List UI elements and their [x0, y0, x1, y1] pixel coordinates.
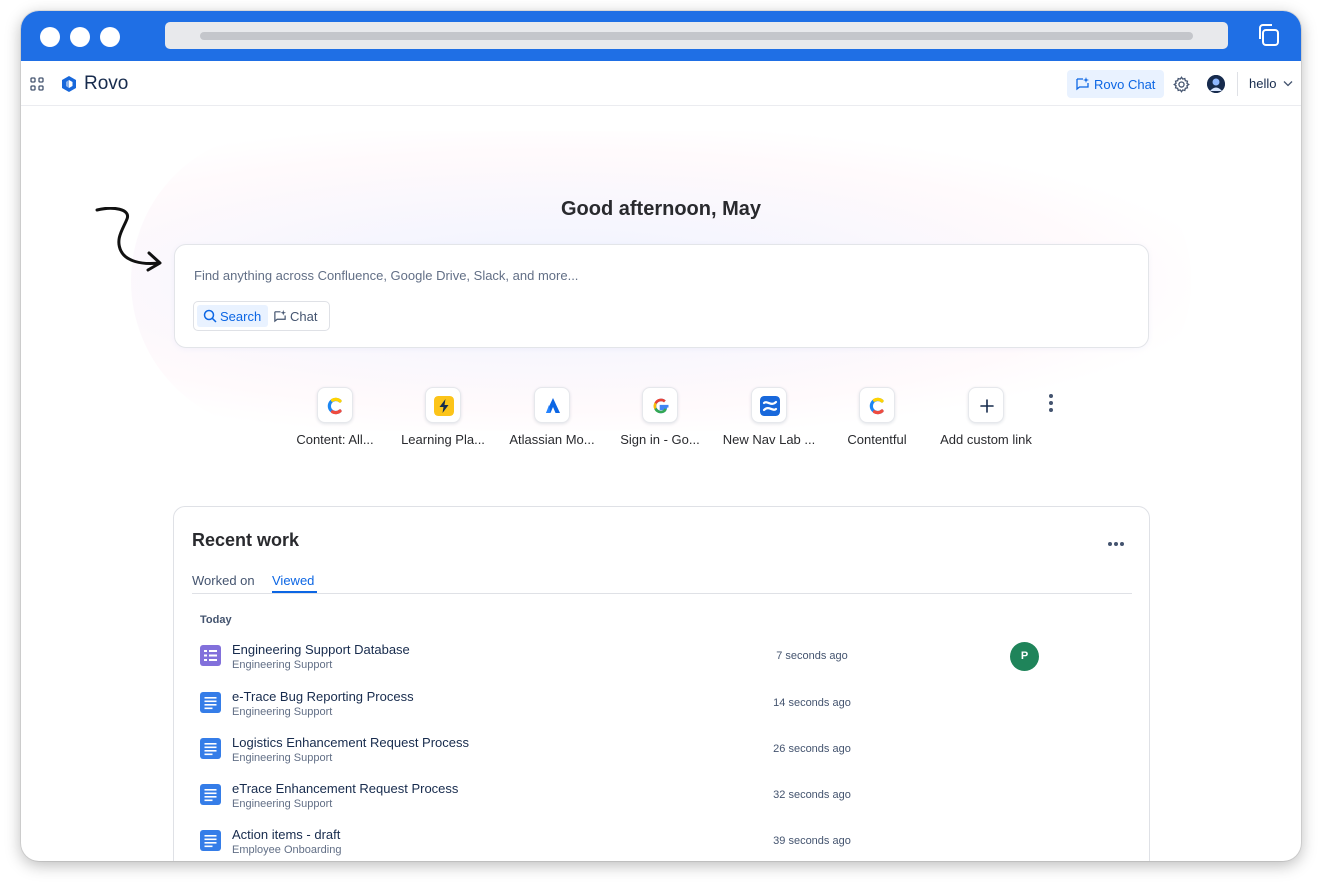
page-icon	[200, 738, 221, 759]
item-time: 7 seconds ago	[776, 650, 848, 662]
tabs-overview-icon[interactable]	[1256, 23, 1280, 47]
item-title: Engineering Support Database	[232, 642, 410, 657]
search-mode-button[interactable]: Search	[197, 305, 268, 327]
page-icon	[200, 830, 221, 851]
recent-work-title: Recent work	[192, 530, 300, 550]
recent-work-panel: Recent work Worked on Viewed Today Engin…	[173, 506, 1150, 861]
group-label-today: Today	[200, 614, 232, 626]
atlassian-icon	[546, 398, 560, 413]
item-time: 14 seconds ago	[773, 697, 851, 709]
recent-item-row[interactable]: Logistics Enhancement Request Process En…	[192, 732, 1132, 772]
shortcut-new-nav-lab[interactable]: New Nav Lab ...	[714, 387, 824, 457]
chat-mode-button[interactable]: Chat	[273, 305, 327, 327]
address-bar-placeholder-line	[200, 32, 1193, 40]
rovo-chat-label: Rovo Chat	[1094, 77, 1156, 92]
recent-item-row[interactable]: Action items - draft Employee Onboarding…	[192, 824, 1132, 861]
more-vertical-icon[interactable]	[1047, 393, 1055, 413]
item-title: eTrace Enhancement Request Process	[232, 781, 459, 796]
page-icon	[200, 784, 221, 805]
item-time: 26 seconds ago	[773, 743, 851, 755]
browser-titlebar	[21, 11, 1301, 61]
shortcut-label: Learning Pla...	[401, 432, 485, 447]
shortcut-label: Sign in - Go...	[620, 432, 700, 447]
mode-toggle: Search Chat	[193, 301, 330, 331]
plus-icon	[980, 399, 994, 413]
greeting-heading: Good afternoon, May	[561, 198, 761, 220]
contributor-avatar[interactable]: P	[1010, 642, 1039, 671]
item-time: 32 seconds ago	[773, 789, 851, 801]
item-title: Action items - draft	[232, 827, 341, 842]
tab-worked-on[interactable]: Worked on	[192, 573, 255, 588]
recent-item-row[interactable]: eTrace Enhancement Request Process Engin…	[192, 778, 1132, 818]
more-horizontal-icon[interactable]	[1107, 541, 1125, 547]
confluence-icon	[760, 396, 780, 416]
rovo-logo-icon[interactable]	[60, 75, 78, 93]
search-mode-label: Search	[220, 309, 262, 324]
item-title: Logistics Enhancement Request Process	[232, 735, 470, 750]
item-space: Engineering Support	[232, 659, 333, 671]
hand-drawn-arrow-icon	[95, 207, 162, 272]
lightning-icon	[434, 396, 454, 416]
search-input[interactable]: Find anything across Confluence, Google …	[194, 268, 578, 283]
recent-item-row[interactable]: e-Trace Bug Reporting Process Engineerin…	[192, 686, 1132, 726]
page-icon	[200, 692, 221, 713]
profile-image-icon	[1207, 75, 1225, 93]
settings-icon[interactable]	[1173, 76, 1190, 93]
window-minimize-button[interactable]	[70, 27, 90, 47]
window-maximize-button[interactable]	[100, 27, 120, 47]
shortcut-add-custom-link[interactable]: Add custom link	[931, 387, 1041, 457]
shortcut-tile	[534, 387, 570, 423]
rovo-chat-button[interactable]: Rovo Chat	[1067, 70, 1164, 98]
shortcut-tile	[642, 387, 678, 423]
chat-sparkle-icon	[1076, 77, 1089, 91]
recent-item-row[interactable]: Engineering Support Database Engineering…	[192, 639, 1132, 679]
shortcut-label: Content: All...	[296, 432, 374, 447]
active-tab-indicator	[272, 591, 317, 593]
google-icon	[653, 398, 669, 414]
contentful-icon	[869, 397, 884, 415]
address-bar[interactable]	[165, 22, 1228, 49]
app-switcher-icon[interactable]	[30, 77, 44, 91]
nav-divider	[1237, 72, 1238, 96]
database-icon	[200, 645, 221, 666]
shortcut-label: Add custom link	[940, 432, 1032, 447]
shortcut-google-sign-in[interactable]: Sign in - Go...	[605, 387, 715, 457]
chat-sparkle-icon	[274, 309, 287, 323]
window-close-button[interactable]	[40, 27, 60, 47]
shortcut-tile	[317, 387, 353, 423]
shortcut-contentful[interactable]: Contentful	[822, 387, 932, 457]
item-time: 39 seconds ago	[773, 835, 851, 847]
shortcut-tile	[751, 387, 787, 423]
search-box[interactable]: Find anything across Confluence, Google …	[174, 244, 1149, 348]
site-selector[interactable]: hello	[1249, 76, 1276, 91]
chevron-down-icon[interactable]	[1283, 80, 1293, 87]
shortcut-atlassian[interactable]: Atlassian Mo...	[497, 387, 607, 457]
shortcut-label: Atlassian Mo...	[509, 432, 595, 447]
brand-name[interactable]: Rovo	[84, 73, 128, 95]
shortcut-learning-platform[interactable]: Learning Pla...	[388, 387, 498, 457]
contentful-icon	[327, 397, 342, 415]
chat-mode-label: Chat	[290, 309, 318, 324]
item-space: Employee Onboarding	[232, 844, 342, 856]
shortcut-tile	[859, 387, 895, 423]
browser-window: Rovo Rovo Chat hello Good afternoon, May…	[21, 11, 1301, 861]
search-icon	[203, 309, 217, 323]
item-space: Engineering Support	[232, 752, 333, 764]
tabs-divider	[192, 593, 1132, 594]
shortcut-content-all[interactable]: Content: All...	[280, 387, 390, 457]
profile-avatar[interactable]	[1207, 75, 1225, 93]
item-space: Engineering Support	[232, 798, 333, 810]
item-space: Engineering Support	[232, 706, 333, 718]
top-navigation: Rovo Rovo Chat hello	[21, 61, 1301, 106]
tab-viewed[interactable]: Viewed	[272, 573, 314, 588]
shortcut-tile	[425, 387, 461, 423]
item-title: e-Trace Bug Reporting Process	[232, 689, 414, 704]
shortcut-tile	[968, 387, 1004, 423]
shortcut-label: New Nav Lab ...	[722, 432, 816, 447]
shortcut-label: Contentful	[847, 432, 907, 447]
